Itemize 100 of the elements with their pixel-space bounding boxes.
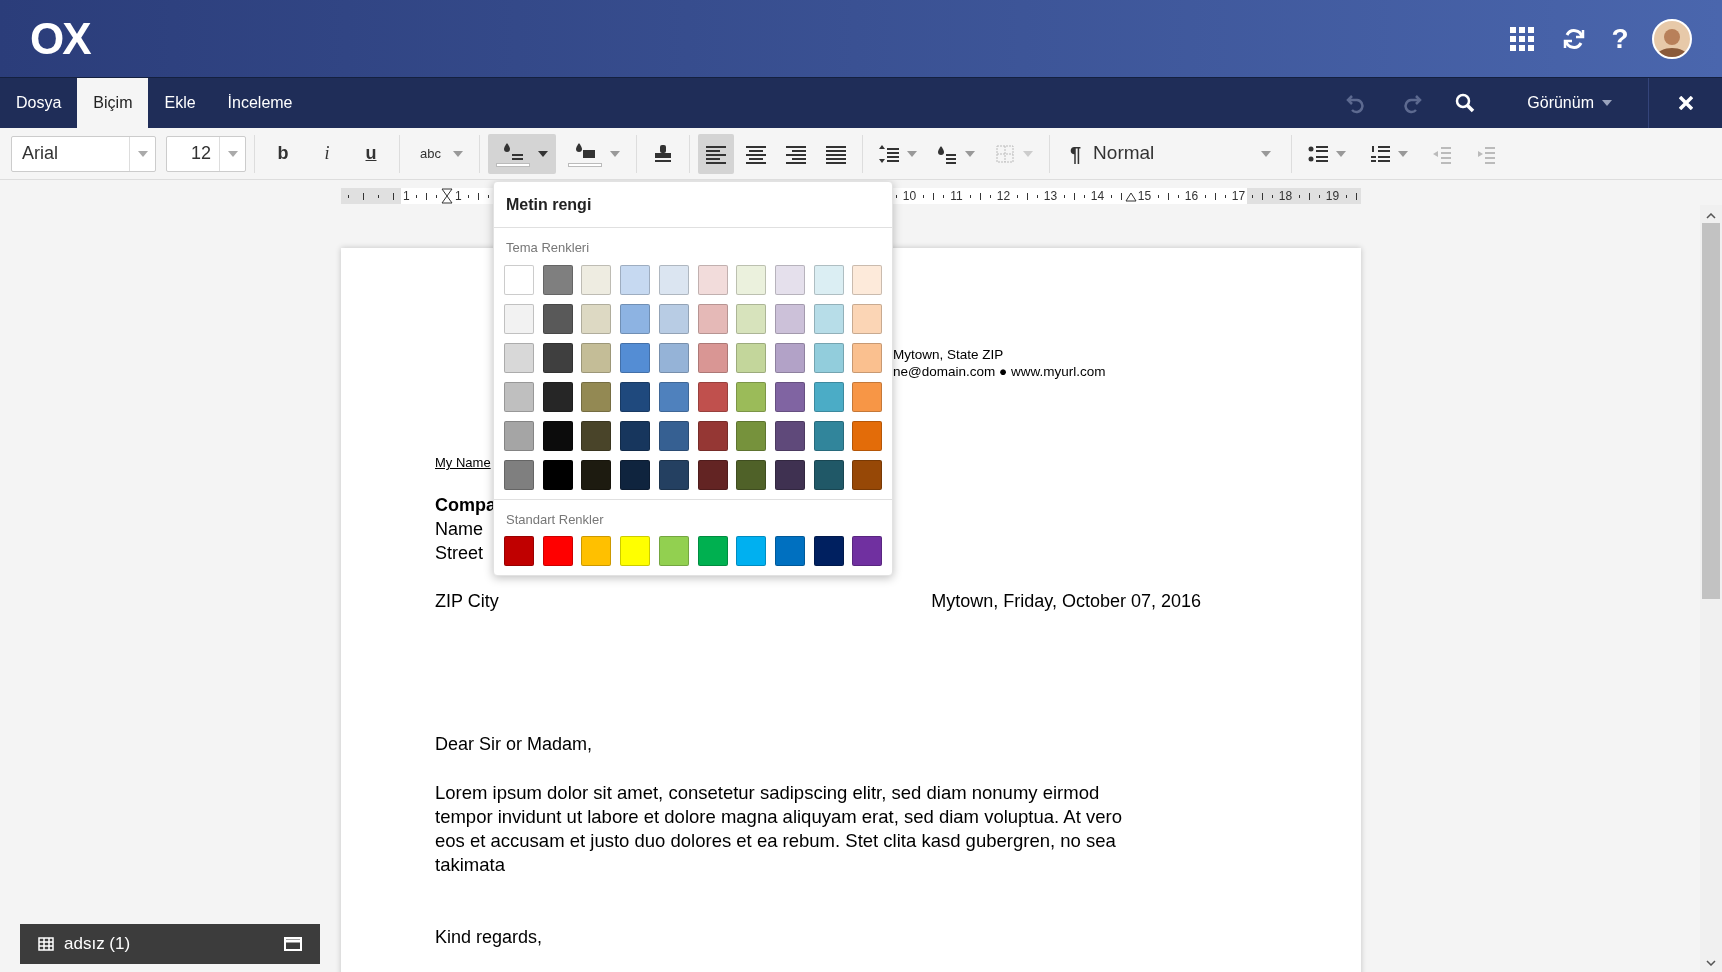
scroll-down-icon[interactable] — [1706, 960, 1716, 966]
font-select[interactable]: Arial — [11, 135, 156, 172]
search-icon — [1454, 92, 1477, 114]
color-swatch[interactable] — [620, 459, 651, 490]
italic-button[interactable]: i — [307, 133, 347, 174]
color-swatch[interactable] — [813, 264, 844, 295]
color-swatch[interactable] — [658, 264, 689, 295]
caret-icon — [964, 150, 975, 157]
color-swatch[interactable] — [504, 536, 534, 566]
color-swatch[interactable] — [852, 459, 883, 490]
color-swatch[interactable] — [774, 264, 805, 295]
color-swatch[interactable] — [504, 381, 534, 412]
color-swatch[interactable] — [697, 381, 728, 412]
color-swatch[interactable] — [658, 381, 689, 412]
color-swatch[interactable] — [736, 420, 767, 451]
underline-button[interactable]: u — [351, 133, 391, 174]
color-swatch[interactable] — [736, 381, 767, 412]
color-swatch[interactable] — [581, 342, 612, 373]
color-swatch[interactable] — [620, 536, 651, 566]
color-swatch[interactable] — [697, 342, 728, 373]
scrollbar-thumb[interactable] — [1702, 223, 1720, 599]
color-swatch[interactable] — [697, 536, 728, 566]
borders-icon — [994, 143, 1015, 164]
color-swatch[interactable] — [852, 264, 883, 295]
color-swatch[interactable] — [658, 536, 689, 566]
color-swatch[interactable] — [736, 459, 767, 490]
color-swatch[interactable] — [658, 342, 689, 373]
color-swatch[interactable] — [504, 303, 534, 334]
taskbar-item[interactable]: adsız (1) — [20, 924, 320, 964]
menu-tab[interactable]: Biçim — [77, 78, 149, 128]
color-swatch[interactable] — [774, 381, 805, 412]
text-color-button[interactable] — [487, 133, 556, 174]
color-swatch[interactable] — [774, 342, 805, 373]
color-swatch[interactable] — [736, 303, 767, 334]
color-swatch[interactable] — [620, 381, 651, 412]
color-swatch[interactable] — [504, 420, 534, 451]
color-swatch[interactable] — [581, 459, 612, 490]
color-swatch[interactable] — [658, 459, 689, 490]
font-size-select[interactable]: 12 — [166, 135, 246, 172]
city-line: ZIP City — [435, 589, 499, 613]
bold-button[interactable]: b — [263, 133, 303, 174]
color-swatch[interactable] — [774, 420, 805, 451]
color-swatch[interactable] — [852, 303, 883, 334]
color-swatch[interactable] — [697, 459, 728, 490]
color-swatch[interactable] — [504, 264, 534, 295]
color-swatch[interactable] — [697, 303, 728, 334]
color-swatch[interactable] — [736, 342, 767, 373]
indent-marker-icon[interactable] — [441, 188, 453, 204]
right-indent-marker-icon[interactable] — [1125, 192, 1137, 202]
color-swatch[interactable] — [658, 420, 689, 451]
color-swatch[interactable] — [813, 420, 844, 451]
color-swatch[interactable] — [774, 536, 805, 566]
color-swatch[interactable] — [852, 536, 883, 566]
refresh-icon — [1562, 26, 1586, 51]
color-swatch[interactable] — [620, 420, 651, 451]
scrollbar[interactable] — [1700, 205, 1722, 972]
strike-button[interactable]: abc — [408, 133, 471, 174]
color-swatch[interactable] — [852, 420, 883, 451]
color-swatch[interactable] — [504, 459, 534, 490]
color-swatch[interactable] — [581, 536, 612, 566]
color-swatch[interactable] — [542, 264, 573, 295]
color-swatch[interactable] — [852, 381, 883, 412]
menu-tab[interactable]: İnceleme — [211, 78, 309, 128]
help-button[interactable]: ? — [1600, 18, 1640, 59]
color-swatch[interactable] — [813, 303, 844, 334]
color-swatch[interactable] — [542, 381, 573, 412]
color-swatch[interactable] — [697, 420, 728, 451]
color-swatch[interactable] — [620, 342, 651, 373]
color-swatch[interactable] — [620, 264, 651, 295]
color-swatch[interactable] — [542, 303, 573, 334]
color-swatch[interactable] — [813, 381, 844, 412]
color-swatch[interactable] — [581, 381, 612, 412]
color-swatch[interactable] — [813, 459, 844, 490]
avatar[interactable] — [1652, 18, 1692, 59]
color-swatch[interactable] — [774, 303, 805, 334]
color-swatch[interactable] — [542, 536, 573, 566]
color-swatch[interactable] — [542, 420, 573, 451]
color-swatch[interactable] — [504, 342, 534, 373]
color-swatch[interactable] — [620, 303, 651, 334]
color-swatch[interactable] — [542, 342, 573, 373]
view-menu[interactable]: Görünüm — [1511, 78, 1628, 128]
color-swatch[interactable] — [697, 264, 728, 295]
color-swatch[interactable] — [581, 303, 612, 334]
logo[interactable]: OX — [30, 16, 90, 61]
color-swatch[interactable] — [581, 264, 612, 295]
menu-tab[interactable]: Dosya — [0, 78, 78, 128]
color-swatch[interactable] — [581, 420, 612, 451]
color-swatch[interactable] — [736, 264, 767, 295]
align-left-button[interactable] — [697, 133, 734, 174]
address-line: Name — [435, 517, 483, 541]
paragraph-style-select[interactable]: ¶ Normal — [1057, 133, 1283, 174]
color-swatch[interactable] — [736, 536, 767, 566]
color-swatch[interactable] — [658, 303, 689, 334]
color-swatch[interactable] — [774, 459, 805, 490]
color-swatch[interactable] — [542, 459, 573, 490]
scroll-up-icon[interactable] — [1706, 213, 1716, 219]
color-swatch[interactable] — [813, 536, 844, 566]
color-swatch[interactable] — [852, 342, 883, 373]
color-swatch[interactable] — [813, 342, 844, 373]
menu-tab[interactable]: Ekle — [148, 78, 212, 128]
